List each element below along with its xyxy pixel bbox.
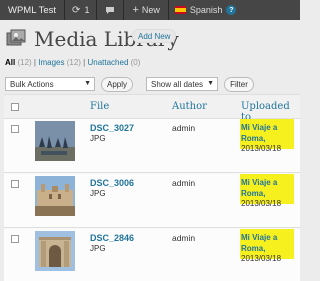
author: admin [172,178,196,188]
file-name[interactable]: DSC_3027 [90,123,134,133]
filter-button[interactable]: Filter [224,77,254,92]
help-icon[interactable]: ? [226,5,237,15]
chevron-down-icon: ▼ [84,80,91,87]
table-row: DSC_2846 JPG admin Mi Viaje a Roma, 2013… [4,229,300,281]
site-name-link[interactable]: WPML Test [0,0,66,20]
thumbnail-image[interactable] [35,176,75,216]
apply-button[interactable]: Apply [101,77,133,92]
thumbnail-image[interactable] [35,231,75,271]
filter-all[interactable]: All [5,58,15,67]
comments-link[interactable] [97,0,125,20]
language-label: Spanish [189,5,223,15]
column-file[interactable]: File [90,101,109,112]
file-type: JPG [90,189,106,198]
add-new-button[interactable]: Add New [132,29,177,43]
updates-count: 1 [84,5,90,15]
uploaded-to-link[interactable]: Mi Viaje a Roma, [241,177,285,199]
upload-date: 2013/03/18 [241,144,282,153]
file-type: JPG [90,134,106,143]
table-header: File Author Uploaded to [4,95,300,123]
new-content-link[interactable]: + New [124,0,169,20]
row-checkbox[interactable] [11,235,19,243]
uploaded-to-link[interactable]: Mi Viaje a Roma, [241,232,285,254]
filter-unattached[interactable]: Unattached [87,58,128,67]
bulk-actions-select[interactable]: Bulk Actions ▼ [5,77,95,91]
row-checkbox[interactable] [11,125,19,133]
media-library-icon [6,29,26,46]
file-name[interactable]: DSC_3006 [90,178,134,188]
upload-date: 2013/03/18 [241,199,282,208]
new-label: New [141,5,160,15]
select-all-checkbox[interactable] [11,103,19,111]
language-switcher[interactable]: Spanish ? [169,0,243,20]
comment-icon [106,6,115,14]
admin-bar: WPML Test ⟳ 1 + New Spanish ? [0,0,300,20]
upload-date: 2013/03/18 [241,254,282,263]
table-row: DSC_3027 JPG admin Mi Viaje a Roma, 2013… [4,119,300,173]
author: admin [172,233,196,243]
media-table: File Author Uploaded to DSC_3027 JPG adm… [4,94,300,281]
filter-images[interactable]: Images [38,58,64,67]
date-filter-select[interactable]: Show all dates ▼ [146,77,218,91]
row-checkbox[interactable] [11,180,19,188]
file-name[interactable]: DSC_2846 [90,233,134,243]
chevron-down-icon: ▼ [207,80,214,87]
uploaded-to-link[interactable]: Mi Viaje a Roma, [241,122,285,144]
file-type: JPG [90,244,106,253]
column-author[interactable]: Author [172,101,207,112]
table-row: DSC_3006 JPG admin Mi Viaje a Roma, 2013… [4,174,300,228]
spain-flag-icon [174,6,186,14]
plus-icon: + [132,4,139,16]
author: admin [172,123,196,133]
refresh-icon: ⟳ [72,4,81,16]
updates-link[interactable]: ⟳ 1 [65,0,98,20]
view-filters: All (12) | Images (12) | Unattached (0) [5,58,141,67]
thumbnail-image[interactable] [35,121,75,161]
site-name: WPML Test [8,4,57,16]
